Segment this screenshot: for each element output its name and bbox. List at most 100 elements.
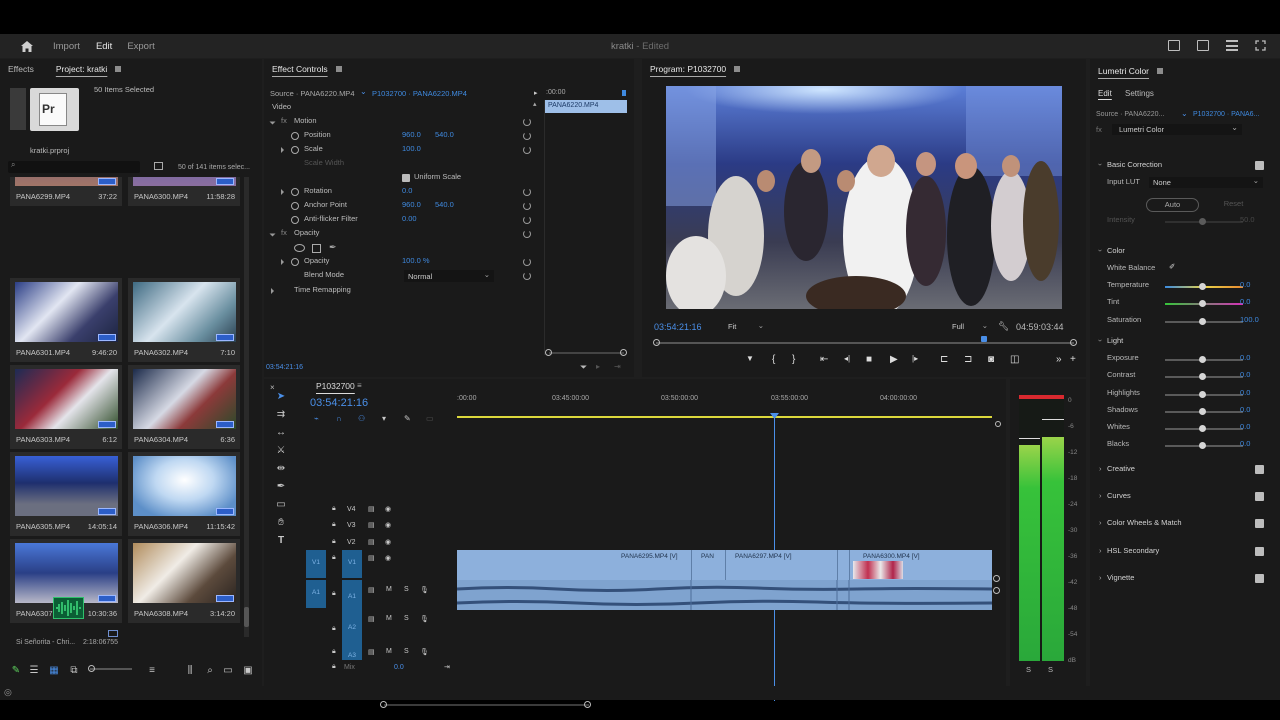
ec-zoom-handle-left[interactable] bbox=[545, 349, 552, 356]
vignette-section[interactable]: › Vignette bbox=[1097, 573, 1267, 587]
insert-icon[interactable]: ⊏ bbox=[940, 354, 948, 365]
whites-row[interactable]: Whites 0.0 bbox=[1097, 422, 1267, 436]
reset-icon[interactable] bbox=[523, 258, 531, 266]
project-scrollbar[interactable] bbox=[244, 177, 249, 637]
auto-button[interactable]: Auto bbox=[1146, 198, 1199, 212]
stopwatch-icon[interactable] bbox=[291, 146, 299, 154]
clip-thumb[interactable]: PANA6300.MP4 11:58:28 bbox=[128, 177, 240, 206]
scale-row[interactable]: Scale 100.0 bbox=[264, 144, 536, 158]
hand-tool-icon[interactable]: ✋︎ bbox=[275, 517, 287, 529]
eye-icon[interactable]: ◉ bbox=[385, 505, 391, 513]
eyedropper-icon[interactable]: ✐ bbox=[1169, 262, 1175, 271]
anchor-x[interactable]: 960.0 bbox=[402, 200, 421, 209]
ec-zoom-bar[interactable] bbox=[549, 352, 624, 354]
scroll-handle[interactable] bbox=[995, 421, 1001, 427]
reset-icon[interactable] bbox=[523, 202, 531, 210]
time-remap-row[interactable]: Time Remapping bbox=[264, 285, 536, 299]
pencil-icon[interactable]: ✎ bbox=[10, 665, 22, 677]
lumetri-effect-select[interactable]: Lumetri Color ⌄ bbox=[1112, 123, 1242, 135]
color-section[interactable]: › Color bbox=[1096, 246, 1267, 260]
tab-lumetri-settings[interactable]: Settings bbox=[1125, 89, 1154, 98]
tab-program[interactable]: Program: P1032700 bbox=[650, 64, 726, 74]
reset-icon[interactable] bbox=[523, 146, 531, 154]
scale-value[interactable]: 100.0 bbox=[402, 144, 421, 153]
tint-value[interactable]: 0.0 bbox=[1240, 297, 1250, 306]
automate-icon[interactable]: ⫼ bbox=[184, 665, 196, 677]
scrubber-handle-left[interactable] bbox=[653, 339, 660, 346]
solo-button[interactable]: S bbox=[404, 586, 409, 593]
rectangle-mask-icon[interactable] bbox=[312, 244, 321, 253]
audio-clip-thumb[interactable]: Si Señorita - Chri... 2:18:06755 bbox=[10, 591, 124, 653]
type-tool-icon[interactable]: T bbox=[275, 535, 287, 547]
play-icon[interactable]: ▶ bbox=[890, 354, 898, 365]
wrench-icon[interactable]: 🔧︎ bbox=[998, 321, 1009, 332]
linked-selection-icon[interactable]: ⚇ bbox=[358, 414, 365, 423]
uniform-scale-row[interactable]: Uniform Scale bbox=[264, 172, 536, 186]
play-audio-icon[interactable]: ▸ bbox=[596, 362, 600, 371]
nav-import[interactable]: Import bbox=[53, 41, 80, 52]
lumetri-sequence[interactable]: P1032700 · PANA6... bbox=[1193, 111, 1259, 118]
fit-select[interactable]: Fit ⌄ bbox=[728, 321, 766, 333]
scroll-handle[interactable] bbox=[993, 575, 1000, 582]
export-icon[interactable]: ⇥ bbox=[614, 362, 621, 371]
settings-icon[interactable]: ✎ bbox=[404, 414, 411, 423]
stopwatch-icon[interactable] bbox=[291, 258, 299, 266]
video-frame[interactable] bbox=[666, 86, 1062, 309]
section-checkbox[interactable] bbox=[1255, 574, 1264, 583]
camera-icon[interactable]: ◙ bbox=[988, 354, 994, 365]
snap-icon[interactable]: ⌁ bbox=[314, 414, 319, 423]
new-item-icon[interactable]: ▣ bbox=[242, 665, 254, 677]
uniform-scale-checkbox[interactable] bbox=[402, 174, 410, 182]
tab-project[interactable]: Project: kratki bbox=[56, 64, 108, 74]
section-checkbox[interactable] bbox=[1255, 492, 1264, 501]
pen-tool-icon[interactable]: ✒ bbox=[275, 481, 287, 493]
highlights-value[interactable]: 0.0 bbox=[1240, 388, 1250, 397]
lumetri-source[interactable]: Source · PANA6220... bbox=[1096, 111, 1164, 118]
nav-export[interactable]: Export bbox=[127, 41, 154, 52]
position-row[interactable]: Position 960.0 540.0 bbox=[264, 130, 536, 144]
rotation-value[interactable]: 0.0 bbox=[402, 186, 412, 195]
mark-in-icon[interactable]: { bbox=[772, 354, 775, 365]
lock-icon[interactable]: 🔒︎ bbox=[332, 554, 336, 562]
clip-thumb[interactable]: PANA6303.MP4 6:12 bbox=[10, 365, 122, 449]
basic-correction-section[interactable]: › Basic Correction bbox=[1096, 160, 1267, 174]
slip-tool-icon[interactable]: ⇹ bbox=[275, 463, 287, 475]
clip-thumb[interactable]: PANA6302.MP4 7:10 bbox=[128, 278, 240, 362]
opacity-row[interactable]: Opacity 100.0 % bbox=[264, 256, 536, 270]
more-controls-icon[interactable]: » bbox=[1056, 354, 1062, 365]
tint-row[interactable]: Tint 0.0 bbox=[1097, 297, 1267, 311]
reset-icon[interactable] bbox=[523, 272, 531, 280]
blacks-value[interactable]: 0.0 bbox=[1240, 439, 1250, 448]
lock-icon[interactable]: 🔒︎ bbox=[332, 648, 336, 656]
mute-button[interactable]: M bbox=[386, 615, 392, 622]
saturation-value[interactable]: 100.0 bbox=[1240, 315, 1259, 324]
captions-icon[interactable]: ▭ bbox=[426, 414, 434, 423]
stopwatch-icon[interactable] bbox=[291, 132, 299, 140]
go-to-in-icon[interactable]: ⇤ bbox=[820, 354, 828, 365]
stopwatch-icon[interactable] bbox=[291, 216, 299, 224]
magnet-icon[interactable]: ∩ bbox=[336, 414, 342, 423]
section-checkbox[interactable] bbox=[1255, 547, 1264, 556]
curves-section[interactable]: › Curves bbox=[1097, 491, 1267, 505]
ec-source[interactable]: Source · PANA6220.MP4 bbox=[270, 89, 355, 98]
stopwatch-icon[interactable] bbox=[291, 188, 299, 196]
chevron-down-icon[interactable]: ⌄ bbox=[360, 87, 367, 96]
reset-button[interactable]: Reset bbox=[1207, 198, 1260, 212]
shadows-row[interactable]: Shadows 0.0 bbox=[1097, 405, 1267, 419]
rectangle-tool-icon[interactable]: ▭ bbox=[275, 499, 287, 511]
find-icon[interactable]: ⌕ bbox=[204, 665, 216, 677]
overwrite-icon[interactable]: ⊐ bbox=[964, 354, 972, 365]
eye-icon[interactable]: ◉ bbox=[385, 538, 391, 546]
zoom-handle-left[interactable] bbox=[380, 701, 387, 708]
search-input[interactable]: ⌕ bbox=[8, 160, 140, 173]
contrast-value[interactable]: 0.0 bbox=[1240, 370, 1250, 379]
lock-icon[interactable]: 🔒︎ bbox=[332, 663, 336, 671]
reset-icon[interactable] bbox=[523, 118, 531, 126]
ripple-edit-tool-icon[interactable]: ↔ bbox=[275, 427, 287, 439]
v1-clips[interactable]: PANA6295.MP4 [V] PAN PANA6297.MP4 [V] PA… bbox=[457, 550, 992, 580]
whites-value[interactable]: 0.0 bbox=[1240, 422, 1250, 431]
stop-icon[interactable]: ■ bbox=[866, 354, 872, 365]
antiflicker-value[interactable]: 0.00 bbox=[402, 214, 417, 223]
step-back-icon[interactable]: ◂| bbox=[844, 354, 850, 363]
panel-menu-icon[interactable] bbox=[1157, 68, 1164, 74]
